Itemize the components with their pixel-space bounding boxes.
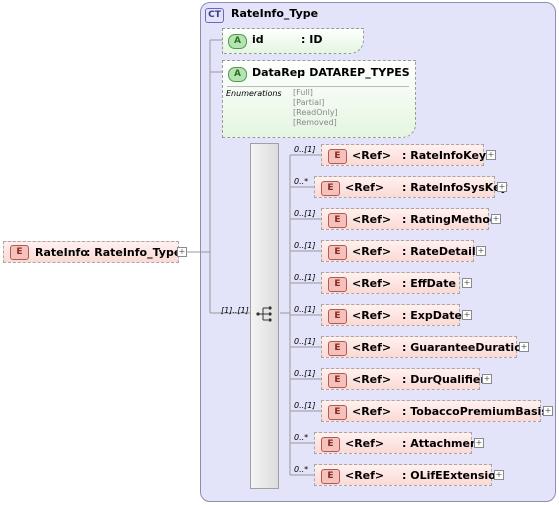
- element-badge: E: [328, 213, 347, 228]
- ref-label: <Ref>: [345, 469, 385, 482]
- divider: [227, 86, 409, 87]
- attribute-datarep-box[interactable]: A DataRep : DATAREP_TYPES Enumerations […: [222, 60, 416, 138]
- ref-label: <Ref>: [352, 277, 392, 290]
- ref-label: <Ref>: [352, 309, 392, 322]
- child-element-name: : EffDate: [402, 277, 456, 290]
- child-element-name: : RateInfoSysKey: [402, 181, 508, 194]
- expand-icon[interactable]: +: [486, 150, 496, 160]
- ref-label: <Ref>: [345, 437, 385, 450]
- enumeration-value: [Partial]: [293, 98, 325, 107]
- child-occurrence: 0..[1]: [294, 369, 316, 378]
- element-badge: E: [328, 341, 347, 356]
- root-element-box[interactable]: E RateInfo : RateInfo_Type: [3, 241, 182, 263]
- expand-icon[interactable]: +: [177, 247, 187, 257]
- expand-icon[interactable]: +: [491, 214, 501, 224]
- ref-label: <Ref>: [352, 405, 392, 418]
- expand-icon[interactable]: +: [519, 342, 529, 352]
- expand-icon[interactable]: +: [474, 438, 484, 448]
- element-badge: E: [321, 181, 340, 196]
- enumeration-value: [Full]: [293, 88, 313, 97]
- ref-label: <Ref>: [352, 213, 392, 226]
- enumeration-value: [ReadOnly]: [293, 108, 338, 117]
- attribute-datarep-type: : DATAREP_TYPES: [301, 66, 410, 79]
- child-occurrence: 0..[1]: [294, 241, 316, 250]
- element-badge: E: [328, 373, 347, 388]
- attribute-datarep-name: DataRep: [252, 66, 306, 79]
- child-element-box[interactable]: E <Ref> : RateInfoKey: [321, 144, 487, 166]
- child-element-box[interactable]: E <Ref> : RatingMethod: [321, 208, 498, 230]
- sequence-occurrence: [1]..[1]: [221, 306, 249, 315]
- ref-label: <Ref>: [352, 245, 392, 258]
- attribute-badge: A: [228, 34, 247, 49]
- element-badge: E: [328, 245, 347, 260]
- enumeration-value: [Removed]: [293, 118, 337, 127]
- child-element-name: : RateDetails: [402, 245, 483, 258]
- child-occurrence: 0..*: [294, 433, 309, 442]
- attribute-id-box[interactable]: A id : ID: [222, 28, 364, 54]
- attribute-badge: A: [228, 67, 247, 82]
- child-element-box[interactable]: E <Ref> : RateDetails: [321, 240, 482, 262]
- element-badge: E: [328, 405, 347, 420]
- child-element-name: : RatingMethod: [402, 213, 498, 226]
- expand-icon[interactable]: +: [462, 310, 472, 320]
- child-element-name: : GuaranteeDuration: [402, 341, 530, 354]
- expand-icon[interactable]: +: [497, 182, 507, 192]
- ref-label: <Ref>: [345, 181, 385, 194]
- expand-icon[interactable]: +: [543, 406, 553, 416]
- child-element-box[interactable]: E <Ref> : Attachment: [314, 432, 483, 454]
- child-element-name: : OLifEExtension: [402, 469, 504, 482]
- enumerations-label: Enumerations: [226, 89, 282, 98]
- child-occurrence: 0..*: [294, 465, 309, 474]
- child-element-box[interactable]: E <Ref> : ExpDate: [321, 304, 462, 326]
- expand-icon[interactable]: +: [494, 470, 504, 480]
- child-element-box[interactable]: E <Ref> : DurQualifier: [321, 368, 486, 390]
- child-element-name: : ExpDate: [402, 309, 462, 322]
- child-occurrence: 0..[1]: [294, 145, 316, 154]
- ref-label: <Ref>: [352, 373, 392, 386]
- child-element-box[interactable]: E <Ref> : OLifEExtension: [314, 464, 504, 486]
- attribute-id-type: : ID: [301, 33, 323, 46]
- child-occurrence: 0..[1]: [294, 401, 316, 410]
- root-element-name: RateInfo: [35, 246, 88, 259]
- element-badge: E: [321, 469, 340, 484]
- element-badge: E: [328, 277, 347, 292]
- child-occurrence: 0..[1]: [294, 209, 316, 218]
- expand-icon[interactable]: +: [462, 278, 472, 288]
- child-occurrence: 0..[1]: [294, 337, 316, 346]
- child-element-box[interactable]: E <Ref> : TobaccoPremiumBasis: [321, 400, 548, 422]
- attribute-id-name: id: [252, 33, 264, 46]
- element-badge: E: [328, 149, 347, 164]
- sequence-icon: [256, 306, 272, 322]
- child-element-name: : RateInfoKey: [402, 149, 487, 162]
- child-element-name: : DurQualifier: [402, 373, 486, 386]
- expand-icon[interactable]: +: [482, 374, 492, 384]
- child-element-name: : TobaccoPremiumBasis: [402, 405, 548, 418]
- child-element-name: : Attachment: [402, 437, 484, 450]
- element-badge: E: [10, 245, 29, 260]
- child-element-box[interactable]: E <Ref> : GuaranteeDuration: [321, 336, 530, 358]
- child-element-box[interactable]: E <Ref> : EffDate: [321, 272, 460, 294]
- child-occurrence: 0..[1]: [294, 305, 316, 314]
- element-badge: E: [328, 309, 347, 324]
- child-occurrence: 0..*: [294, 177, 309, 186]
- expand-icon[interactable]: +: [476, 246, 486, 256]
- child-element-box[interactable]: E <Ref> : RateInfoSysKey: [314, 176, 508, 198]
- root-element-type: : RateInfo_Type: [86, 246, 182, 259]
- ref-label: <Ref>: [352, 341, 392, 354]
- child-occurrence: 0..[1]: [294, 273, 316, 282]
- ref-label: <Ref>: [352, 149, 392, 162]
- element-badge: E: [321, 437, 340, 452]
